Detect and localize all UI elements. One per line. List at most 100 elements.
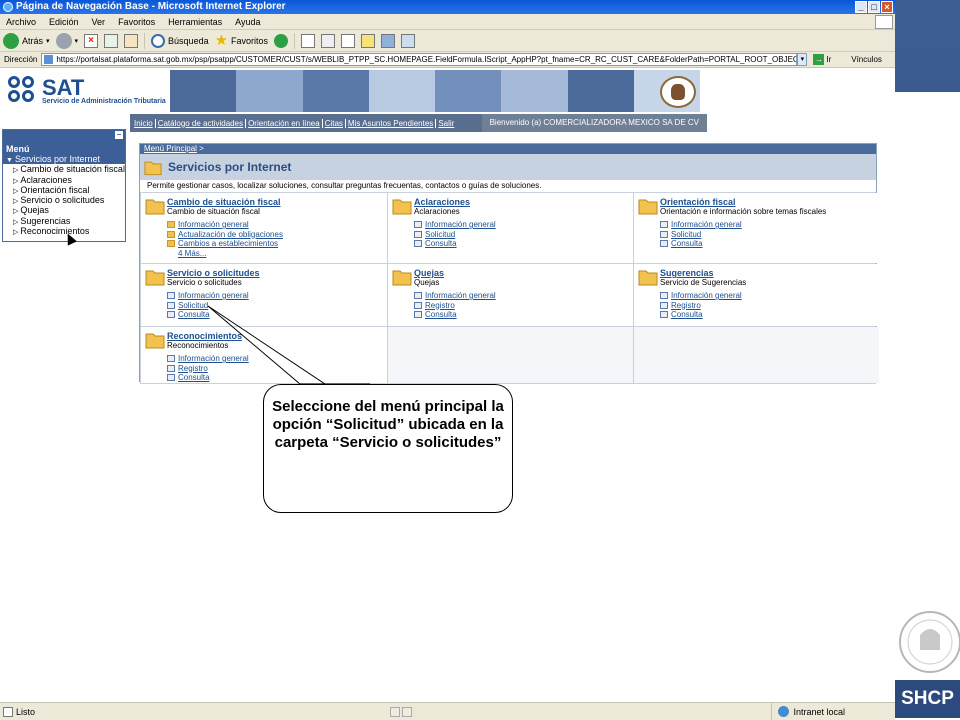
link-informacion-general[interactable]: Información general [660, 291, 879, 301]
service-title[interactable]: Quejas [414, 268, 633, 278]
link-cambios-establecimientos[interactable]: Cambios a establecimientos [167, 239, 387, 249]
link-informacion-general[interactable]: Información general [167, 220, 387, 230]
link-consulta[interactable]: Consulta [167, 373, 387, 383]
service-title[interactable]: Cambio de situación fiscal [167, 197, 387, 207]
collapsed-triangle-icon: ▷ [13, 229, 19, 237]
nav-inicio[interactable]: Inicio [132, 118, 156, 128]
stop-icon[interactable]: × [84, 33, 99, 48]
folder-icon [144, 161, 162, 175]
nav-salir[interactable]: Salir [436, 119, 456, 128]
service-subtitle: Servicio de Sugerencias [660, 278, 747, 287]
mail-icon[interactable] [301, 33, 316, 48]
search-button[interactable]: Búsqueda [151, 33, 209, 48]
forward-button[interactable]: ▾ [55, 32, 79, 49]
minimize-button[interactable]: _ [855, 1, 867, 13]
service-title[interactable]: Aclaraciones [414, 197, 633, 207]
small-folder-icon [167, 230, 175, 238]
links-button[interactable]: Vínculos [851, 55, 882, 64]
nav-citas[interactable]: Citas [323, 118, 346, 128]
link-consulta[interactable]: Consulta [660, 239, 879, 249]
menu-item-quejas[interactable]: ▷ Quejas [3, 205, 125, 215]
forward-dropdown-icon[interactable]: ▾ [75, 37, 79, 45]
link-informacion-general[interactable]: Información general [414, 220, 633, 230]
link-registro[interactable]: Registro [660, 301, 879, 311]
link-consulta[interactable]: Consulta [660, 310, 879, 320]
link-registro[interactable]: Registro [167, 364, 387, 374]
panel-header: Servicios por Internet [140, 154, 876, 180]
header-banner [170, 70, 700, 112]
link-solicitud[interactable]: Solicitud [414, 230, 633, 240]
history-icon[interactable] [274, 33, 289, 48]
link-mas[interactable]: 4 Más... [167, 249, 387, 259]
service-title[interactable]: Sugerencias [660, 268, 879, 278]
home-icon[interactable] [124, 33, 139, 48]
address-dropdown-icon[interactable]: ▾ [797, 53, 808, 66]
page-title: Servicios por Internet [168, 160, 292, 174]
nav-orientacion[interactable]: Orientación en línea [246, 118, 323, 128]
favorites-button[interactable]: ★ Favoritos [215, 33, 268, 48]
go-button[interactable]: → Ir [813, 54, 831, 65]
edit-icon[interactable] [341, 33, 356, 48]
link-consulta[interactable]: Consulta [167, 310, 387, 320]
maximize-button[interactable]: □ [868, 1, 880, 13]
status-pane [390, 706, 401, 717]
menu-bar: Archivo Edición Ver Favoritos Herramient… [0, 14, 895, 30]
slide-side-strip: SHCP [895, 0, 960, 720]
service-reconocimientos: Reconocimientos Reconocimientos Informac… [141, 327, 387, 383]
link-consulta[interactable]: Consulta [414, 239, 633, 249]
link-informacion-general[interactable]: Información general [167, 354, 387, 364]
link-informacion-general[interactable]: Información general [660, 220, 879, 230]
service-title[interactable]: Reconocimientos [167, 331, 387, 341]
print-icon[interactable] [321, 33, 336, 48]
close-button[interactable]: × [881, 1, 893, 13]
page-icon [167, 374, 175, 382]
address-input[interactable]: https://portalsat.plataforma.sat.gob.mx/… [41, 53, 798, 66]
service-quejas: Quejas Quejas Información general Regist… [388, 264, 633, 326]
title-bar: Página de Navegación Base - Microsoft In… [0, 0, 895, 14]
research-icon[interactable] [401, 33, 416, 48]
menu-item-servicio-solicitudes[interactable]: ▷ Servicio o solicitudes [3, 195, 125, 205]
back-dropdown-icon[interactable]: ▾ [46, 37, 50, 45]
toolbar-separator [294, 32, 296, 49]
menu-ayuda[interactable]: Ayuda [235, 17, 260, 27]
nav-asuntos[interactable]: Mis Asuntos Pendientes [346, 118, 437, 128]
link-solicitud-target[interactable]: Solicitud [167, 301, 387, 311]
service-aclaraciones: Aclaraciones Aclaraciones Información ge… [388, 193, 633, 263]
menu-favoritos[interactable]: Favoritos [118, 17, 155, 27]
menu-item-servicios-por-internet[interactable]: ▼ Servicios por Internet [3, 154, 125, 165]
menu-ver[interactable]: Ver [92, 17, 106, 27]
folder-icon [638, 270, 658, 286]
nav-catalogo[interactable]: Catálogo de actividades [156, 118, 247, 128]
messenger-icon[interactable] [381, 33, 396, 48]
link-informacion-general[interactable]: Información general [414, 291, 633, 301]
menu-item-sugerencias[interactable]: ▷ Sugerencias [3, 216, 125, 226]
link-actualizacion-obligaciones[interactable]: Actualización de obligaciones [167, 230, 387, 240]
back-button[interactable]: Atrás ▾ [3, 32, 50, 49]
ie-icon [3, 2, 13, 12]
folder-icon [392, 199, 412, 215]
service-title[interactable]: Orientación fiscal [660, 197, 879, 207]
collapsed-triangle-icon: ▷ [13, 177, 19, 185]
service-subtitle: Cambio de situación fiscal [167, 207, 260, 216]
menu-archivo[interactable]: Archivo [6, 17, 36, 27]
breadcrumb-menu-principal[interactable]: Menú Principal [144, 144, 197, 153]
service-subtitle: Aclaraciones [414, 207, 460, 216]
notes-icon[interactable] [361, 33, 376, 48]
service-title[interactable]: Servicio o solicitudes [167, 268, 387, 278]
search-icon [151, 33, 166, 48]
link-solicitud[interactable]: Solicitud [660, 230, 879, 240]
sat-logo-subtitle: Servicio de Administración Tributaria [42, 97, 166, 105]
link-consulta[interactable]: Consulta [414, 310, 633, 320]
sat-logo-text: SAT [42, 74, 85, 100]
refresh-icon[interactable] [104, 33, 119, 48]
link-registro[interactable]: Registro [414, 301, 633, 311]
menu-herramientas[interactable]: Herramientas [168, 17, 222, 27]
sat-logo[interactable]: SAT Servicio de Administración Tributari… [8, 76, 166, 106]
link-informacion-general[interactable]: Información general [167, 291, 387, 301]
menu-edicion[interactable]: Edición [49, 17, 79, 27]
menu-item-aclaraciones[interactable]: ▷ Aclaraciones [3, 175, 125, 185]
collapse-icon[interactable]: − [115, 131, 123, 139]
page-icon [167, 311, 175, 319]
menu-item-cambio-situacion[interactable]: ▷ Cambio de situación fiscal [3, 164, 125, 174]
menu-item-orientacion[interactable]: ▷ Orientación fiscal [3, 185, 125, 195]
